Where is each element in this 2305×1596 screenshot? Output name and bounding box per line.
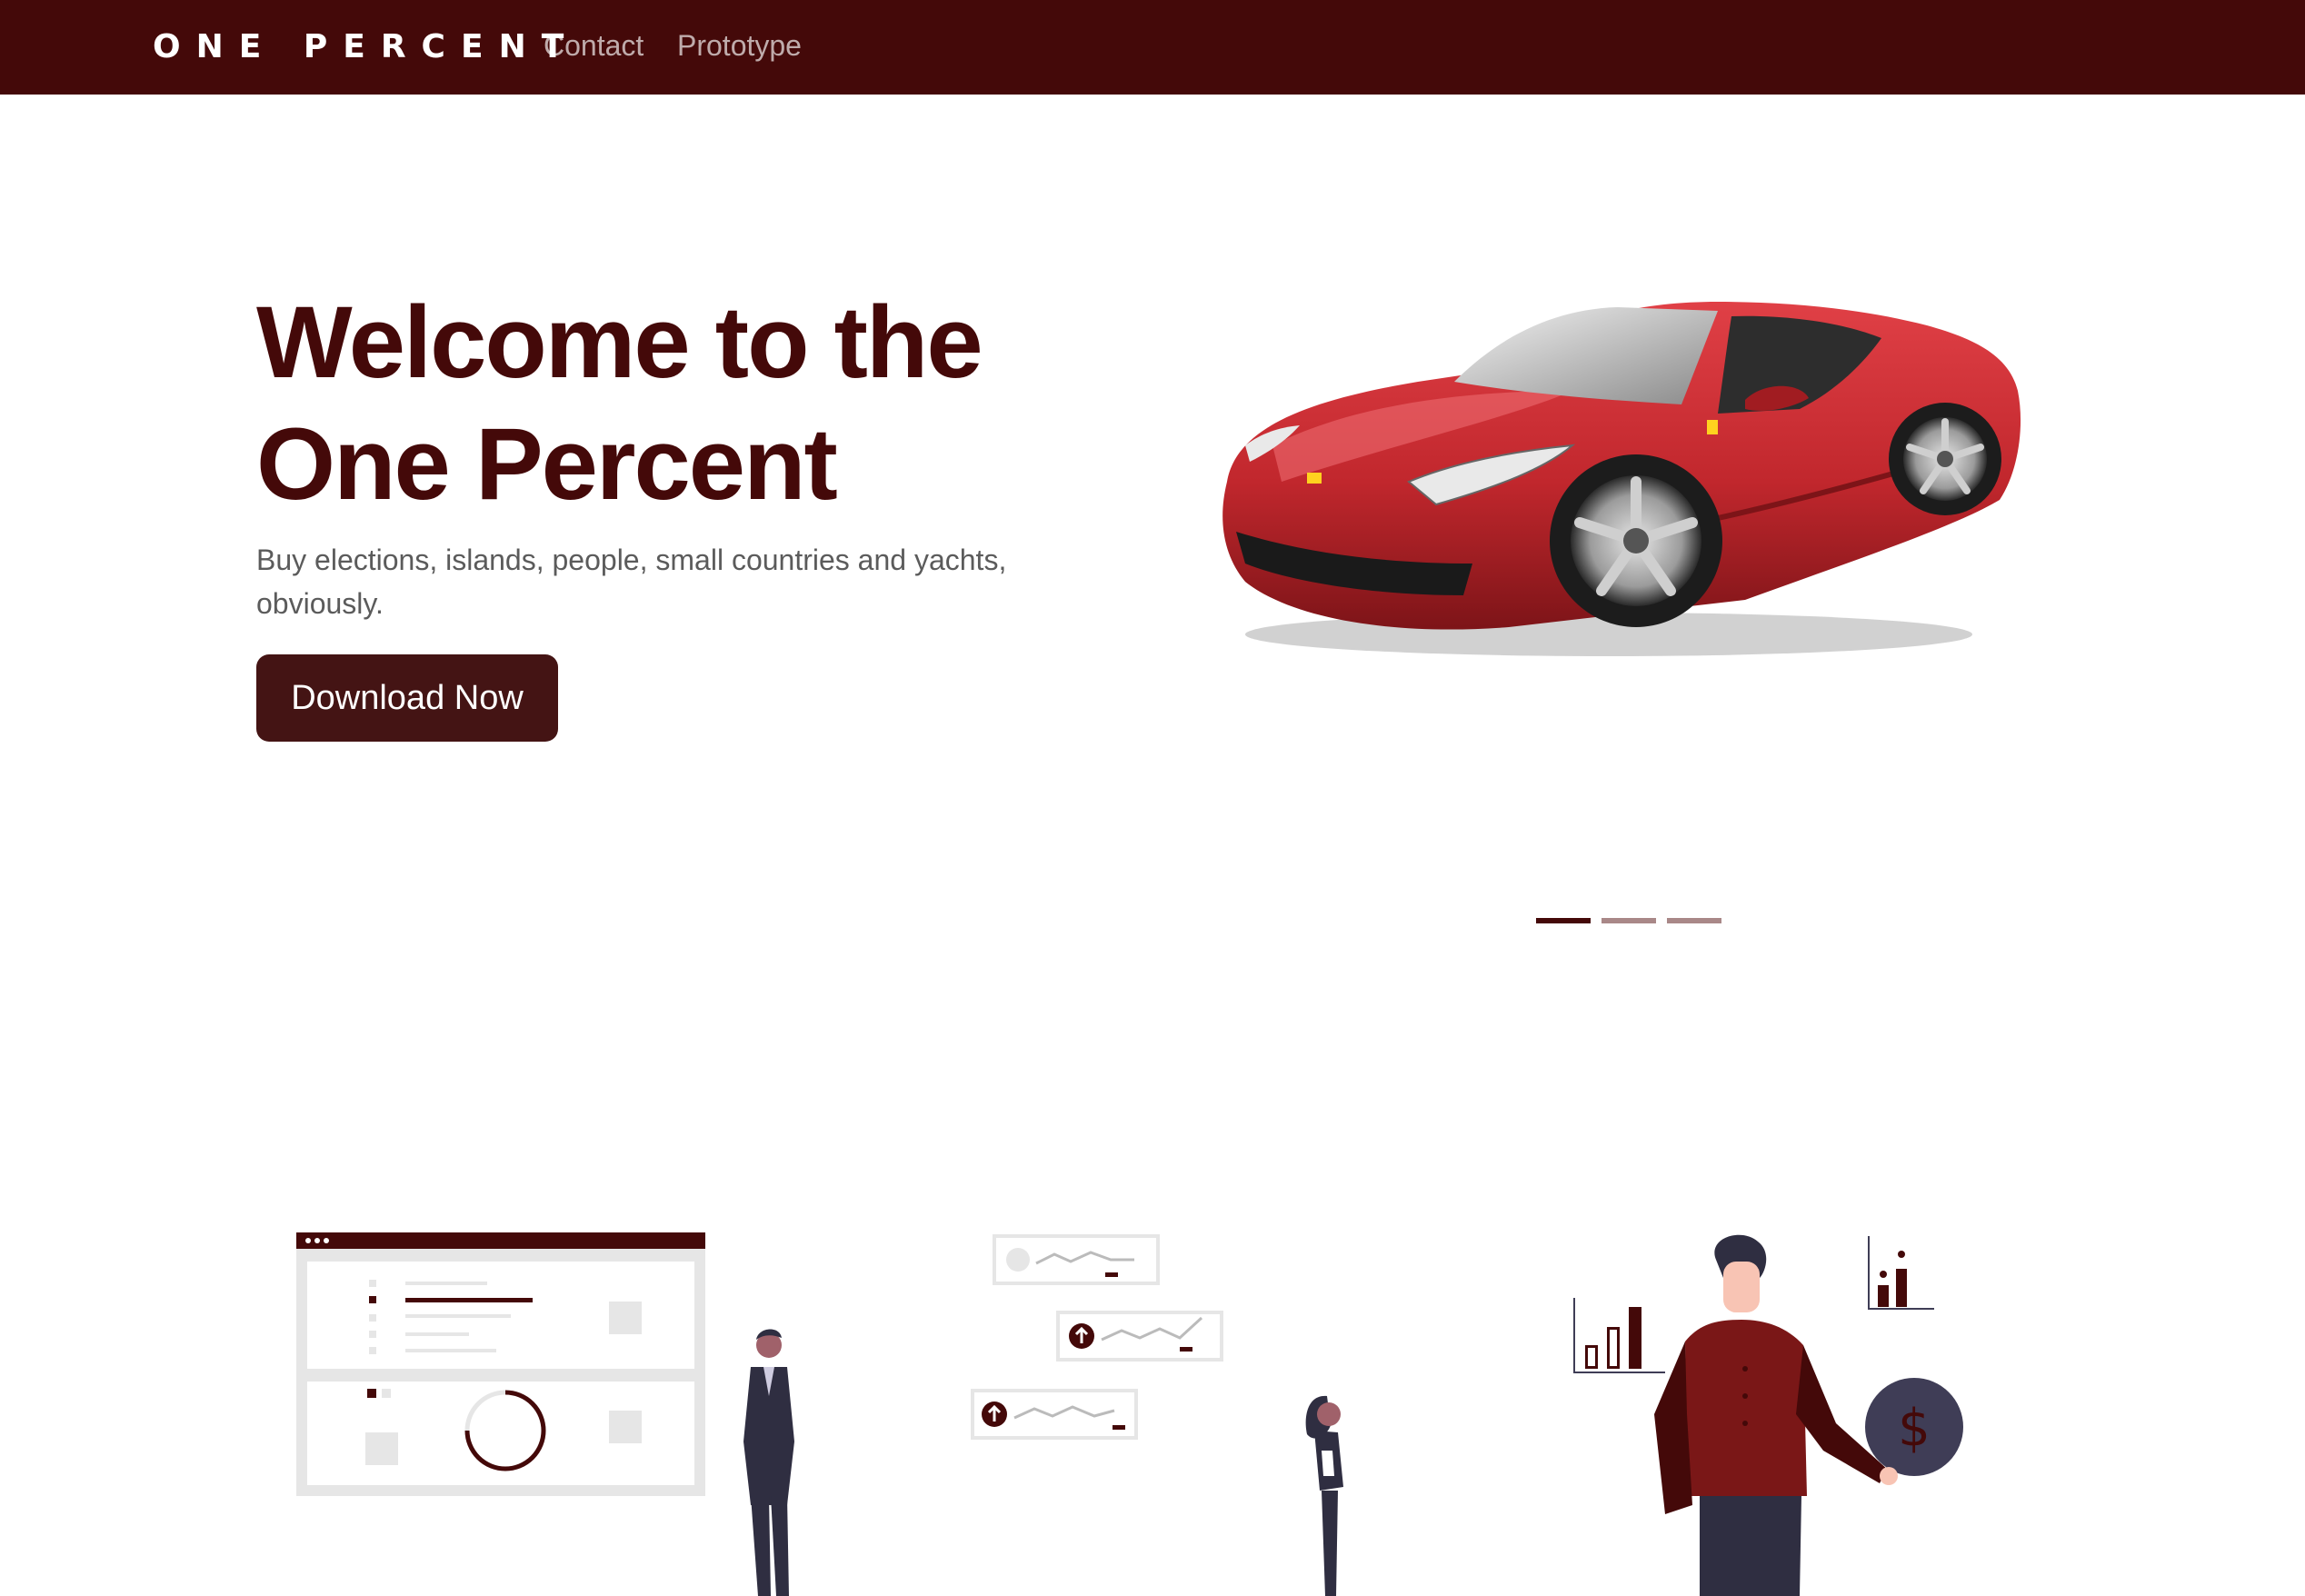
carousel-indicator-2[interactable] <box>1602 918 1656 923</box>
carousel-indicators <box>1536 918 1727 925</box>
hero-title-line-1: Welcome to the <box>256 285 983 399</box>
nav-link-contact[interactable]: Contact <box>544 25 644 65</box>
finance-man-illustration: $ <box>1573 1234 1963 1596</box>
download-now-button[interactable]: Download Now <box>256 654 558 742</box>
sports-car-image <box>1222 302 2021 656</box>
hero-subtitle-line-2: obviously. <box>256 587 384 620</box>
hero-subtitle: Buy elections, islands, people, small co… <box>256 538 1074 625</box>
navbar: ONE PERCENT Contact Prototype <box>0 0 2305 95</box>
stock-cards-woman-illustration <box>971 1234 1343 1596</box>
dashboard-person-illustration <box>296 1232 794 1596</box>
brand-logo[interactable]: ONE PERCENT <box>153 27 579 67</box>
carousel-indicator-1[interactable] <box>1536 918 1591 923</box>
carousel-indicator-3[interactable] <box>1667 918 1721 923</box>
hero-subtitle-line-1: Buy elections, islands, people, small co… <box>256 544 1007 576</box>
svg-text:$: $ <box>1898 1399 1931 1458</box>
nav-link-prototype[interactable]: Prototype <box>677 25 802 65</box>
hero-title: Welcome to the One Percent <box>256 282 1129 525</box>
hero-title-line-2: One Percent <box>256 407 838 521</box>
